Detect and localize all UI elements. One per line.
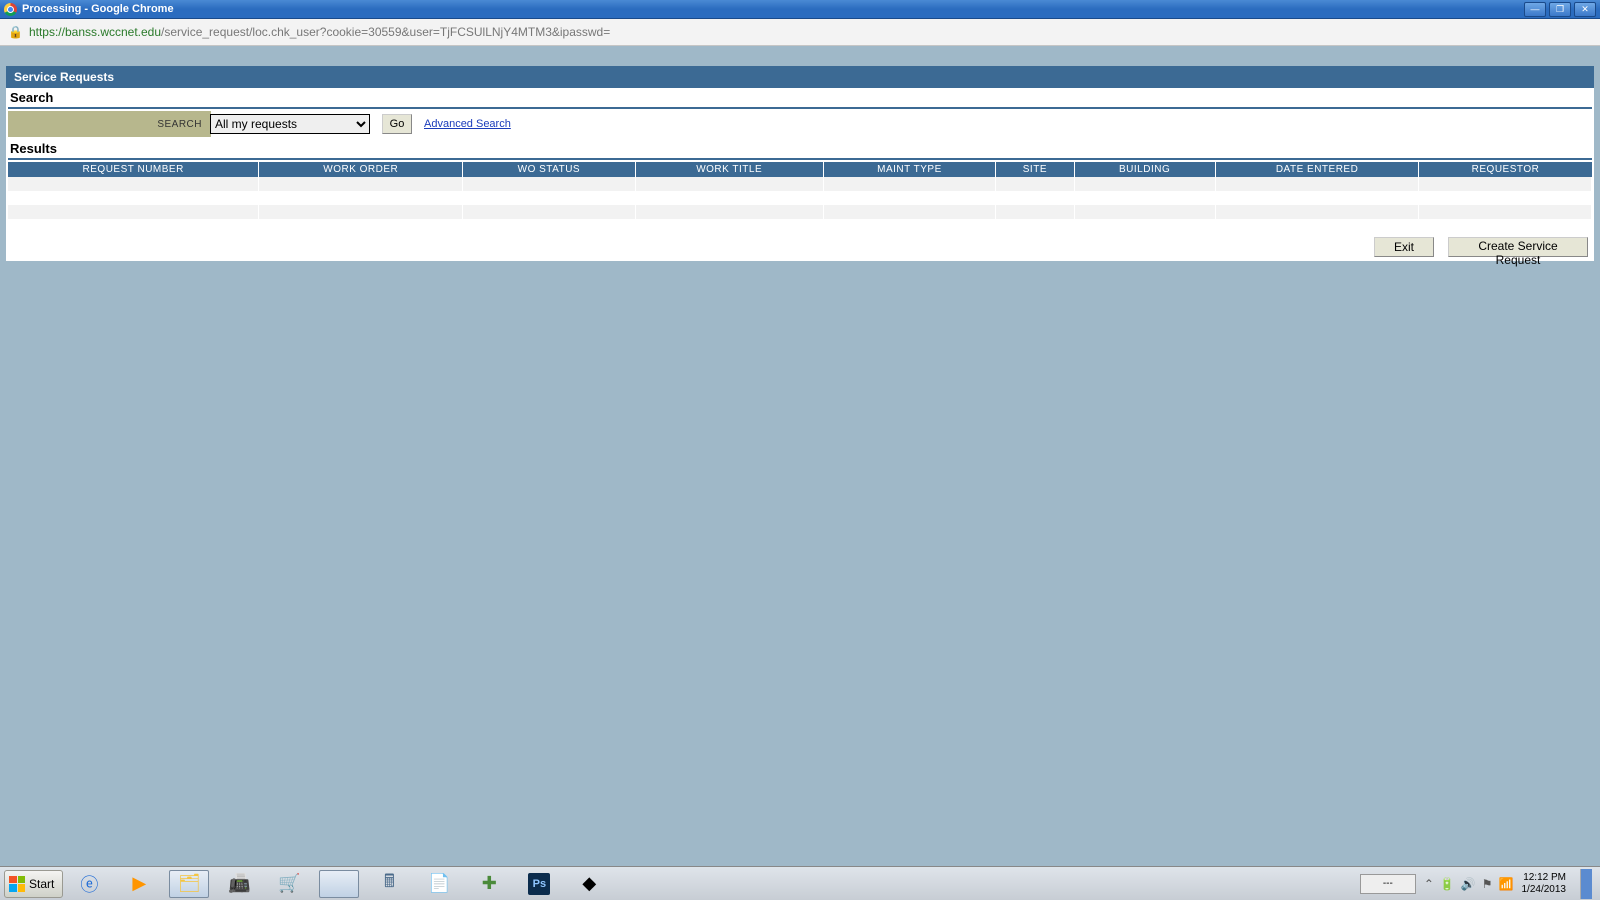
table-row bbox=[8, 191, 1592, 205]
url-rest-part: /service_request/loc.chk_user?cookie=305… bbox=[161, 25, 610, 39]
close-button[interactable]: ✕ bbox=[1574, 2, 1596, 17]
taskbar-ie-icon[interactable]: ⓔ bbox=[69, 870, 109, 898]
minimize-button[interactable]: — bbox=[1524, 2, 1546, 17]
clock-time: 12:12 PM bbox=[1522, 872, 1567, 884]
address-bar: 🔒 https://banss.wccnet.edu/service_reque… bbox=[0, 19, 1600, 46]
table-row bbox=[8, 177, 1592, 191]
start-button[interactable]: Start bbox=[4, 870, 63, 898]
url-secure-part: https://banss.wccnet.edu bbox=[29, 25, 161, 39]
create-service-request-button[interactable]: Create Service Request bbox=[1448, 237, 1588, 257]
taskbar-media-icon[interactable]: ▶ bbox=[119, 870, 159, 898]
language-indicator[interactable]: --- bbox=[1360, 874, 1416, 894]
col-work-title[interactable]: WORK TITLE bbox=[635, 162, 823, 177]
chrome-icon bbox=[4, 3, 17, 16]
search-select[interactable]: All my requests bbox=[210, 114, 370, 134]
taskbar-calculator-icon[interactable]: 🖩 bbox=[369, 870, 409, 898]
col-maint-type[interactable]: MAINT TYPE bbox=[823, 162, 995, 177]
taskbar-apps: ⓔ ▶ 🗂 📠 🛒 🖩 📄 ✚ Ps ◆ bbox=[69, 870, 609, 898]
maximize-button[interactable]: ❐ bbox=[1549, 2, 1571, 17]
windows-flag-icon bbox=[9, 876, 25, 892]
table-row bbox=[8, 205, 1592, 219]
taskbar-red-app-icon[interactable]: 🛒 bbox=[269, 870, 309, 898]
go-button[interactable]: Go bbox=[382, 114, 412, 134]
results-section-title: Results bbox=[8, 139, 1592, 160]
col-site[interactable]: SITE bbox=[996, 162, 1074, 177]
window-title: Processing - Google Chrome bbox=[22, 3, 1524, 15]
search-label: SEARCH bbox=[8, 119, 208, 130]
taskbar: Start ⓔ ▶ 🗂 📠 🛒 🖩 📄 ✚ Ps ◆ --- ⌃ 🔋 🔊 ⚑ 📶… bbox=[0, 866, 1600, 900]
bottom-button-row: Exit Create Service Request bbox=[6, 233, 1594, 261]
taskbar-chrome-icon[interactable] bbox=[319, 870, 359, 898]
lock-icon: 🔒 bbox=[8, 25, 23, 39]
page-body: Service Requests Search SEARCH All my re… bbox=[0, 66, 1600, 261]
panel-header: Service Requests bbox=[6, 66, 1594, 88]
tray-flag-icon[interactable]: ⚑ bbox=[1482, 877, 1493, 891]
col-request-number[interactable]: REQUEST NUMBER bbox=[8, 162, 259, 177]
advanced-search-link[interactable]: Advanced Search bbox=[424, 118, 511, 130]
col-wo-status[interactable]: WO STATUS bbox=[463, 162, 635, 177]
start-label: Start bbox=[29, 877, 54, 891]
col-building[interactable]: BUILDING bbox=[1074, 162, 1215, 177]
table-header-row: REQUEST NUMBER WORK ORDER WO STATUS WORK… bbox=[8, 162, 1592, 177]
taskbar-black-app-icon[interactable]: ◆ bbox=[569, 870, 609, 898]
tray-chevron-icon[interactable]: ⌃ bbox=[1424, 877, 1434, 891]
url-display[interactable]: https://banss.wccnet.edu/service_request… bbox=[29, 25, 610, 39]
col-requestor[interactable]: REQUESTOR bbox=[1419, 162, 1592, 177]
clock-date: 1/24/2013 bbox=[1522, 884, 1567, 896]
taskbar-photoshop-icon[interactable]: Ps bbox=[519, 870, 559, 898]
taskbar-word-icon[interactable]: 📄 bbox=[419, 870, 459, 898]
window-titlebar: Processing - Google Chrome — ❐ ✕ bbox=[0, 0, 1600, 19]
system-tray: --- ⌃ 🔋 🔊 ⚑ 📶 12:12 PM 1/24/2013 bbox=[1360, 869, 1596, 899]
search-section-title: Search bbox=[8, 88, 1592, 109]
tray-battery-icon[interactable]: 🔋 bbox=[1440, 877, 1455, 891]
results-table: REQUEST NUMBER WORK ORDER WO STATUS WORK… bbox=[8, 162, 1592, 233]
window-controls: — ❐ ✕ bbox=[1524, 2, 1596, 17]
tray-network-icon[interactable]: 📶 bbox=[1499, 877, 1514, 891]
taskbar-clock[interactable]: 12:12 PM 1/24/2013 bbox=[1522, 872, 1567, 896]
tray-volume-icon[interactable]: 🔊 bbox=[1461, 877, 1476, 891]
show-desktop-button[interactable] bbox=[1580, 869, 1592, 899]
search-row: SEARCH bbox=[8, 111, 211, 137]
col-work-order[interactable]: WORK ORDER bbox=[259, 162, 463, 177]
col-date-entered[interactable]: DATE ENTERED bbox=[1215, 162, 1419, 177]
taskbar-scanner-icon[interactable]: 📠 bbox=[219, 870, 259, 898]
service-requests-panel: Service Requests Search SEARCH All my re… bbox=[6, 66, 1594, 261]
taskbar-explorer-icon[interactable]: 🗂 bbox=[169, 870, 209, 898]
exit-button[interactable]: Exit bbox=[1374, 237, 1434, 257]
table-row bbox=[8, 219, 1592, 233]
taskbar-green-app-icon[interactable]: ✚ bbox=[469, 870, 509, 898]
tray-icons: ⌃ 🔋 🔊 ⚑ 📶 bbox=[1424, 877, 1514, 891]
